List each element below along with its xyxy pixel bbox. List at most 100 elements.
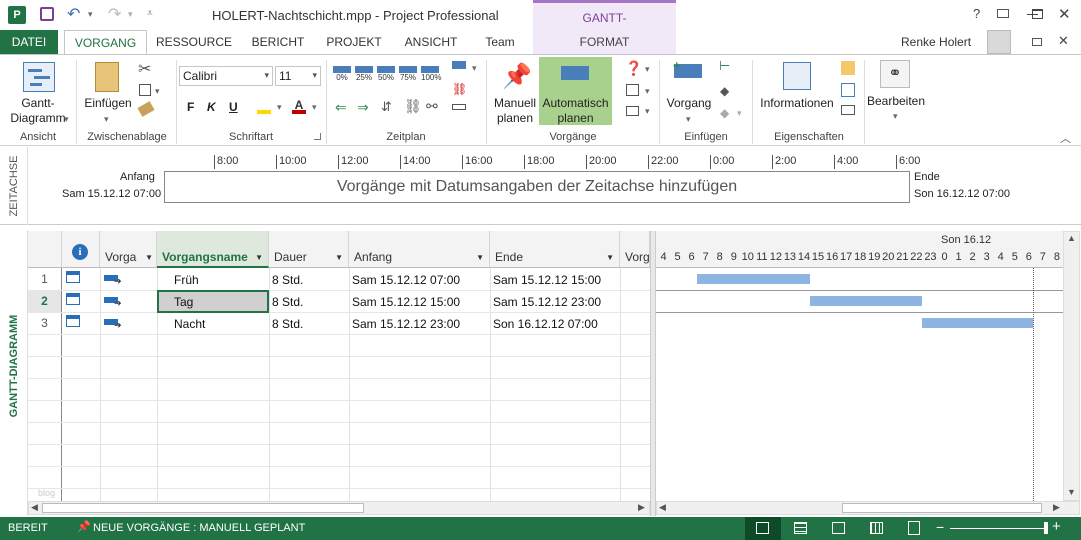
unlink-tasks-icon[interactable]: ⚯ <box>426 98 438 115</box>
table-scroll-thumb[interactable] <box>42 503 364 513</box>
zoom-out-icon[interactable]: − <box>936 519 944 535</box>
edit-button[interactable]: Bearbeiten <box>866 94 926 109</box>
task-start[interactable]: Sam 15.12.12 15:00 <box>352 295 460 309</box>
header-task-mode[interactable]: Vorga ▼ <box>100 231 157 268</box>
highlight-dropdown-icon[interactable]: ▾ <box>277 102 282 113</box>
team-planner-view-icon[interactable] <box>832 522 845 534</box>
ribbon-display-icon[interactable] <box>997 9 1009 18</box>
header-task-name[interactable]: Vorgangsname ▼ <box>157 231 269 268</box>
percent-complete-50-button[interactable]: 50% <box>377 66 395 82</box>
scroll-right-icon[interactable]: ▶ <box>1053 502 1060 513</box>
copy-dropdown-icon[interactable]: ▾ <box>155 86 160 97</box>
task-duration[interactable]: 8 Std. <box>272 273 303 287</box>
task-bar-frueh[interactable] <box>697 274 810 284</box>
resource-sheet-view-icon[interactable] <box>870 522 883 534</box>
scroll-up-icon[interactable]: ▲ <box>1067 233 1076 243</box>
paste-dropdown-icon[interactable]: ▾ <box>104 114 109 125</box>
paste-button[interactable]: Einfügen <box>80 96 136 111</box>
save-icon[interactable] <box>40 7 54 21</box>
row-number[interactable]: 3 <box>28 316 61 330</box>
restore-window-icon[interactable] <box>1032 38 1042 46</box>
inspect-icon[interactable]: ❓ <box>625 60 642 77</box>
cut-icon[interactable]: ✂ <box>138 59 151 79</box>
header-end[interactable]: Ende ▼ <box>490 231 620 268</box>
percent-complete-100-button[interactable]: 100% <box>421 66 441 82</box>
task-name[interactable]: Tag <box>174 295 193 309</box>
insert-task-button[interactable]: Vorgang <box>662 96 716 111</box>
mark-on-track-icon[interactable] <box>452 61 466 69</box>
font-color-icon[interactable]: A <box>292 98 306 114</box>
link-tasks-icon[interactable]: ⛓ <box>404 98 422 115</box>
scroll-right-icon[interactable]: ▶ <box>638 502 645 513</box>
zoom-slider[interactable] <box>950 528 1046 529</box>
header-select-all[interactable] <box>28 231 62 268</box>
tab-format[interactable]: FORMAT <box>533 30 676 54</box>
summary-icon[interactable]: ⊢ <box>719 58 730 74</box>
information-button[interactable]: Informationen <box>756 96 838 111</box>
scroll-left-icon[interactable]: ◀ <box>659 502 666 513</box>
undo-dropdown-icon[interactable]: ▾ <box>88 9 93 20</box>
move-icon[interactable] <box>626 84 639 96</box>
move-dropdown-icon[interactable]: ▾ <box>645 86 650 97</box>
gantt-view-button[interactable]: Gantt- Diagramm <box>6 96 70 126</box>
mode-dropdown-icon[interactable]: ▾ <box>645 106 650 117</box>
redo-dropdown-icon[interactable]: ▾ <box>128 9 133 20</box>
status-task-mode[interactable]: NEUE VORGÄNGE : MANUELL GEPLANT <box>93 522 305 534</box>
scroll-down-icon[interactable]: ▼ <box>1067 487 1076 497</box>
chart-scroll-thumb[interactable] <box>842 503 1042 513</box>
qat-customize-icon[interactable]: ⩡ <box>147 8 153 19</box>
add-to-timeline-icon[interactable] <box>841 105 855 115</box>
maximize-icon[interactable] <box>1032 9 1043 19</box>
task-usage-view-icon[interactable] <box>794 522 807 534</box>
font-color-dropdown-icon[interactable]: ▾ <box>312 102 317 113</box>
task-start[interactable]: Sam 15.12.12 23:00 <box>352 317 460 331</box>
underline-button[interactable]: U <box>229 100 238 114</box>
task-end[interactable]: Sam 15.12.12 15:00 <box>493 273 601 287</box>
task-bar-nacht[interactable] <box>922 318 1033 328</box>
tab-bericht[interactable]: BERICHT <box>243 30 313 54</box>
help-button[interactable]: ? <box>973 6 980 21</box>
italic-button[interactable]: K <box>207 100 216 114</box>
tab-ressource[interactable]: RESSOURCE <box>154 30 234 54</box>
task-start[interactable]: Sam 15.12.12 07:00 <box>352 273 460 287</box>
indent-icon[interactable]: ⇒ <box>357 99 369 116</box>
outdent-icon[interactable]: ⇐ <box>335 99 347 116</box>
deliverable-icon[interactable]: ◆ <box>720 106 729 120</box>
highlight-icon[interactable] <box>257 98 271 114</box>
tab-projekt[interactable]: PROJEKT <box>321 30 387 54</box>
report-view-icon[interactable] <box>908 521 920 535</box>
percent-complete-25-button[interactable]: 25% <box>355 66 373 82</box>
header-start[interactable]: Anfang ▼ <box>349 231 490 268</box>
header-duration[interactable]: Dauer ▼ <box>269 231 349 268</box>
font-name-select[interactable]: Calibri ▾ <box>179 66 273 86</box>
collapse-ribbon-icon[interactable]: ︿ <box>1060 130 1071 146</box>
bold-button[interactable]: F <box>187 100 194 114</box>
redo-icon[interactable]: ↷ <box>108 4 121 24</box>
tab-datei[interactable]: DATEI <box>0 30 58 54</box>
font-dialog-launcher-icon[interactable] <box>314 133 321 140</box>
details-icon[interactable] <box>841 83 855 97</box>
percent-complete-0-button[interactable]: 0% <box>333 66 351 82</box>
manual-schedule-button[interactable]: Manuell planen <box>490 96 540 126</box>
avatar[interactable] <box>987 30 1011 54</box>
header-indicators[interactable]: i <box>62 231 100 268</box>
app-icon[interactable]: P <box>8 6 26 24</box>
tab-ansicht[interactable]: ANSICHT <box>397 30 465 54</box>
edit-dropdown-icon[interactable]: ▾ <box>893 111 898 122</box>
mark-on-track-dropdown-icon[interactable]: ▾ <box>472 63 477 74</box>
gantt-chart[interactable] <box>656 231 1063 501</box>
percent-complete-75-button[interactable]: 75% <box>399 66 417 82</box>
respect-links-icon[interactable]: ⇵ <box>381 99 392 115</box>
insert-task-dropdown-icon[interactable]: ▾ <box>686 114 691 125</box>
copy-icon[interactable] <box>139 84 151 96</box>
close-document-icon[interactable]: ✕ <box>1058 33 1069 49</box>
undo-icon[interactable]: ↶ <box>67 4 80 24</box>
notes-icon[interactable] <box>841 61 855 75</box>
task-duration[interactable]: 8 Std. <box>272 317 303 331</box>
inactivate-icon[interactable]: ⛓ <box>452 82 467 96</box>
scroll-left-icon[interactable]: ◀ <box>31 502 38 513</box>
split-task-icon[interactable] <box>452 104 466 110</box>
header-predecessors[interactable]: Vorg <box>620 231 650 268</box>
task-bar-tag[interactable] <box>810 296 922 306</box>
task-duration[interactable]: 8 Std. <box>272 295 303 309</box>
